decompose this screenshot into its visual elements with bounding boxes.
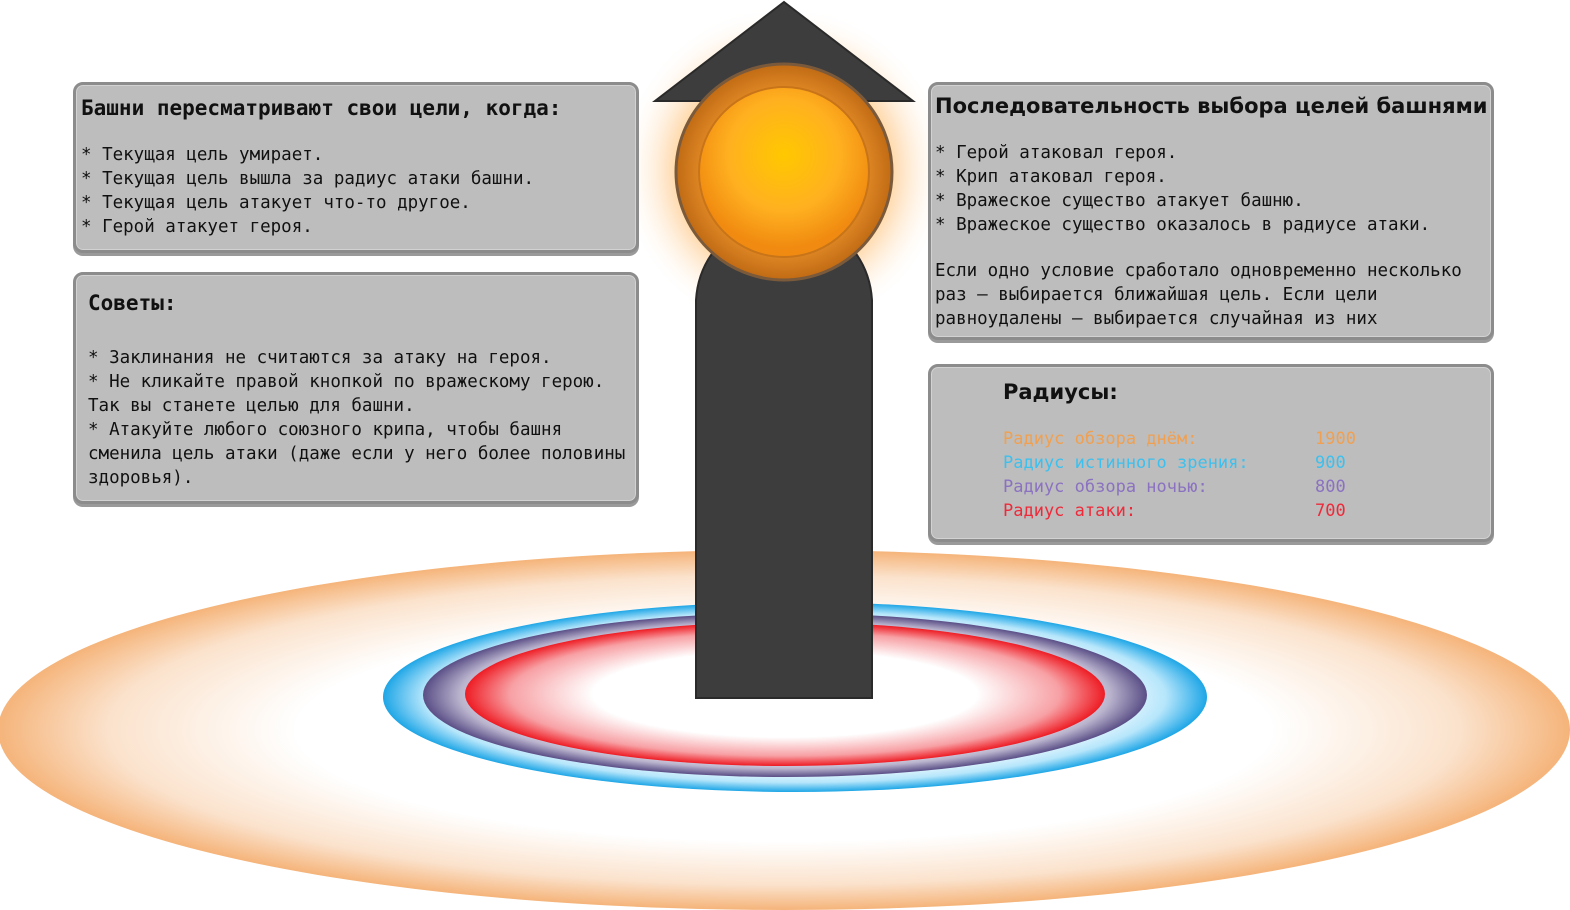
radius-value: 700 bbox=[1315, 501, 1346, 521]
radius-value: 1900 bbox=[1315, 429, 1356, 449]
retarget-conditions-panel: Башни пересматривают свои цели, когда: *… bbox=[73, 82, 639, 253]
list-item: * Герой атакует героя. bbox=[81, 217, 313, 237]
retarget-list: * Текущая цель умирает. * Текущая цель в… bbox=[81, 143, 636, 239]
tower-orb bbox=[698, 86, 870, 258]
radius-label: Радиус обзора днём: bbox=[1003, 429, 1198, 449]
panel-title: Советы: bbox=[88, 291, 177, 315]
radius-row-night: Радиус обзора ночью: 800 bbox=[1003, 475, 1491, 499]
list-item: * Текущая цель умирает. bbox=[81, 145, 324, 165]
list-item: * Вражеское существо оказалось в радиусе… bbox=[935, 215, 1431, 235]
tips-list: * Заклинания не считаются за атаку на ге… bbox=[88, 346, 628, 490]
list-item: * Текущая цель атакует что-то другое. bbox=[81, 193, 471, 213]
radii-panel: Радиусы: Радиус обзора днём: 1900 Радиус… bbox=[928, 364, 1494, 542]
list-item: * Не кликайте правой кнопкой по вражеско… bbox=[88, 372, 605, 416]
radius-row-day: Радиус обзора днём: 1900 bbox=[1003, 427, 1491, 451]
tips-panel: Советы: * Заклинания не считаются за ата… bbox=[73, 272, 639, 504]
list-item: * Герой атаковал героя. bbox=[935, 143, 1178, 163]
radius-value: 800 bbox=[1315, 477, 1346, 497]
radius-label: Радиус истинного зрения: bbox=[1003, 453, 1249, 473]
panel-title: Башни пересматривают свои цели, когда: bbox=[81, 96, 562, 120]
radius-row-attack: Радиус атаки: 700 bbox=[1003, 499, 1491, 523]
list-item: * Вражеское существо атакует башню. bbox=[935, 191, 1304, 211]
list-item: * Атакуйте любого союзного крипа, чтобы … bbox=[88, 420, 626, 488]
priority-list: * Герой атаковал героя. * Крип атаковал … bbox=[935, 141, 1491, 237]
radius-list: Радиус обзора днём: 1900 Радиус истинног… bbox=[1003, 427, 1491, 523]
panel-title: Радиусы: bbox=[1003, 380, 1118, 404]
list-item: * Заклинания не считаются за атаку на ге… bbox=[88, 348, 552, 368]
target-priority-panel: Последовательность выбора целей башнями … bbox=[928, 82, 1494, 340]
list-item: * Текущая цель вышла за радиус атаки баш… bbox=[81, 169, 535, 189]
radius-value: 900 bbox=[1315, 453, 1346, 473]
radius-label: Радиус обзора ночью: bbox=[1003, 477, 1208, 497]
panel-title: Последовательность выбора целей башнями bbox=[935, 94, 1488, 118]
radius-row-true-sight: Радиус истинного зрения: 900 bbox=[1003, 451, 1491, 475]
priority-note: Если одно условие сработало одновременно… bbox=[935, 261, 1462, 329]
radius-label: Радиус атаки: bbox=[1003, 501, 1137, 521]
list-item: * Крип атаковал героя. bbox=[935, 167, 1167, 187]
